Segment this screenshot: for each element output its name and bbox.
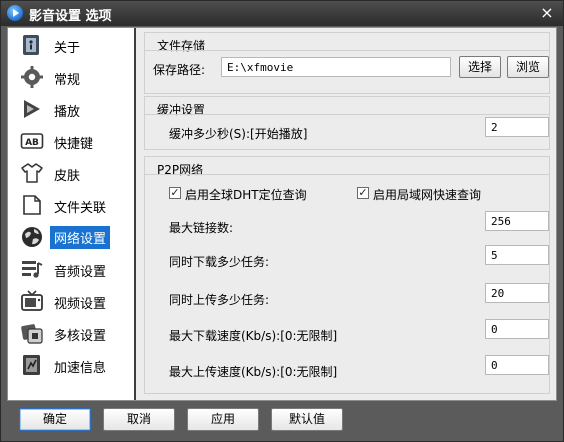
- sidebar-item-label: 快捷键: [54, 137, 94, 152]
- dht-label[interactable]: 启用全球DHT定位查询: [185, 186, 307, 203]
- sidebar: 关于 常规 播放 AB 快捷键 皮肤 文件关联 网络设置 音频设置 视频设置 多…: [8, 28, 136, 400]
- sidebar-item-label: 播放: [54, 105, 81, 120]
- max-upload-speed-input[interactable]: 0: [485, 355, 549, 375]
- sidebar-item-multicore[interactable]: 多核设置: [14, 318, 128, 348]
- save-path-input[interactable]: E:\xfmovie: [221, 57, 451, 77]
- sidebar-item-accel-info[interactable]: 加速信息: [14, 350, 128, 380]
- sidebar-item-label: 文件关联: [54, 201, 107, 216]
- audio-icon: [22, 261, 43, 278]
- lan-checkbox[interactable]: ✓: [357, 187, 369, 199]
- options-dialog: 影音设置 选项 × 关于 常规 播放 AB 快捷键 皮肤 文件关联 网络设置 音…: [0, 0, 564, 442]
- download-tasks-input[interactable]: 5: [485, 245, 549, 265]
- gear-icon: [21, 66, 43, 88]
- window-title: 影音设置 选项: [29, 9, 112, 24]
- keyboard-ab-text: AB: [25, 138, 39, 148]
- group-title: 文件存储: [157, 39, 206, 53]
- speed-icon: [23, 355, 40, 375]
- lan-label[interactable]: 启用局域网快速查询: [373, 186, 481, 203]
- file-storage-group: 文件存储 保存路径: E:\xfmovie 选择 浏览: [144, 32, 550, 94]
- max-download-speed-input[interactable]: 0: [485, 319, 549, 339]
- title-bar[interactable]: 影音设置 选项 ×: [1, 1, 563, 26]
- dialog-footer: 确定 取消 应用 默认值: [7, 402, 555, 438]
- sidebar-item-label: 皮肤: [54, 169, 81, 184]
- choose-button[interactable]: 选择: [459, 56, 501, 78]
- cancel-button[interactable]: 取消: [103, 408, 175, 431]
- sidebar-item-label: 音频设置: [54, 265, 107, 280]
- sidebar-item-label: 网络设置: [50, 226, 111, 249]
- group-title: 缓冲设置: [157, 103, 206, 117]
- file-icon: [23, 195, 41, 215]
- sidebar-item-audio[interactable]: 音频设置: [14, 254, 128, 284]
- sidebar-item-video[interactable]: 视频设置: [14, 286, 128, 316]
- sidebar-item-skin[interactable]: 皮肤: [14, 158, 128, 188]
- tv-icon: [21, 290, 43, 311]
- network-icon: [22, 227, 42, 247]
- app-logo-icon: [7, 5, 23, 21]
- sidebar-item-about[interactable]: 关于: [14, 30, 128, 60]
- settings-panel: 文件存储 保存路径: E:\xfmovie 选择 浏览 缓冲设置 缓冲多少秒(S…: [136, 28, 556, 400]
- sidebar-item-general[interactable]: 常规: [14, 62, 128, 92]
- max-download-speed-label: 最大下载速度(Kb/s):[0:无限制]: [169, 329, 338, 343]
- close-button[interactable]: ×: [537, 3, 557, 23]
- info-icon: [23, 35, 39, 55]
- buffer-group: 缓冲设置 缓冲多少秒(S):[开始播放] 2: [144, 96, 550, 150]
- dht-checkbox[interactable]: ✓: [169, 187, 181, 199]
- keyboard-icon: AB: [20, 133, 44, 149]
- buffer-seconds-label: 缓冲多少秒(S):[开始播放]: [169, 127, 308, 141]
- group-divider: [145, 174, 549, 175]
- sidebar-item-label: 常规: [54, 73, 81, 88]
- group-title: P2P网络: [157, 163, 204, 177]
- sidebar-item-label: 关于: [54, 41, 81, 56]
- sidebar-item-label: 视频设置: [54, 297, 107, 312]
- dialog-body: 关于 常规 播放 AB 快捷键 皮肤 文件关联 网络设置 音频设置 视频设置 多…: [7, 27, 557, 401]
- buffer-seconds-input[interactable]: 2: [485, 117, 549, 137]
- max-connections-input[interactable]: 256: [485, 211, 549, 231]
- save-path-label: 保存路径:: [153, 63, 206, 77]
- cpu-icon: [21, 324, 43, 344]
- group-divider: [145, 50, 549, 51]
- play-icon: [24, 100, 40, 118]
- sidebar-item-hotkeys[interactable]: AB 快捷键: [14, 126, 128, 156]
- group-divider: [145, 114, 549, 115]
- max-upload-speed-label: 最大上传速度(Kb/s):[0:无限制]: [169, 365, 338, 379]
- browse-button[interactable]: 浏览: [507, 56, 549, 78]
- max-connections-label: 最大链接数:: [169, 221, 234, 235]
- sidebar-item-network[interactable]: 网络设置: [14, 222, 128, 252]
- upload-tasks-input[interactable]: 20: [485, 283, 549, 303]
- ok-button[interactable]: 确定: [19, 408, 91, 431]
- sidebar-item-file-assoc[interactable]: 文件关联: [14, 190, 128, 220]
- sidebar-item-label: 多核设置: [54, 329, 107, 344]
- sidebar-item-label: 加速信息: [54, 361, 107, 376]
- sidebar-item-playback[interactable]: 播放: [14, 94, 128, 124]
- upload-tasks-label: 同时上传多少任务:: [169, 293, 270, 307]
- apply-button[interactable]: 应用: [187, 408, 259, 431]
- download-tasks-label: 同时下载多少任务:: [169, 255, 270, 269]
- default-button[interactable]: 默认值: [271, 408, 343, 431]
- p2p-group: P2P网络 ✓ 启用全球DHT定位查询 ✓ 启用局域网快速查询 最大链接数: 2…: [144, 156, 550, 394]
- shirt-icon: [21, 163, 43, 183]
